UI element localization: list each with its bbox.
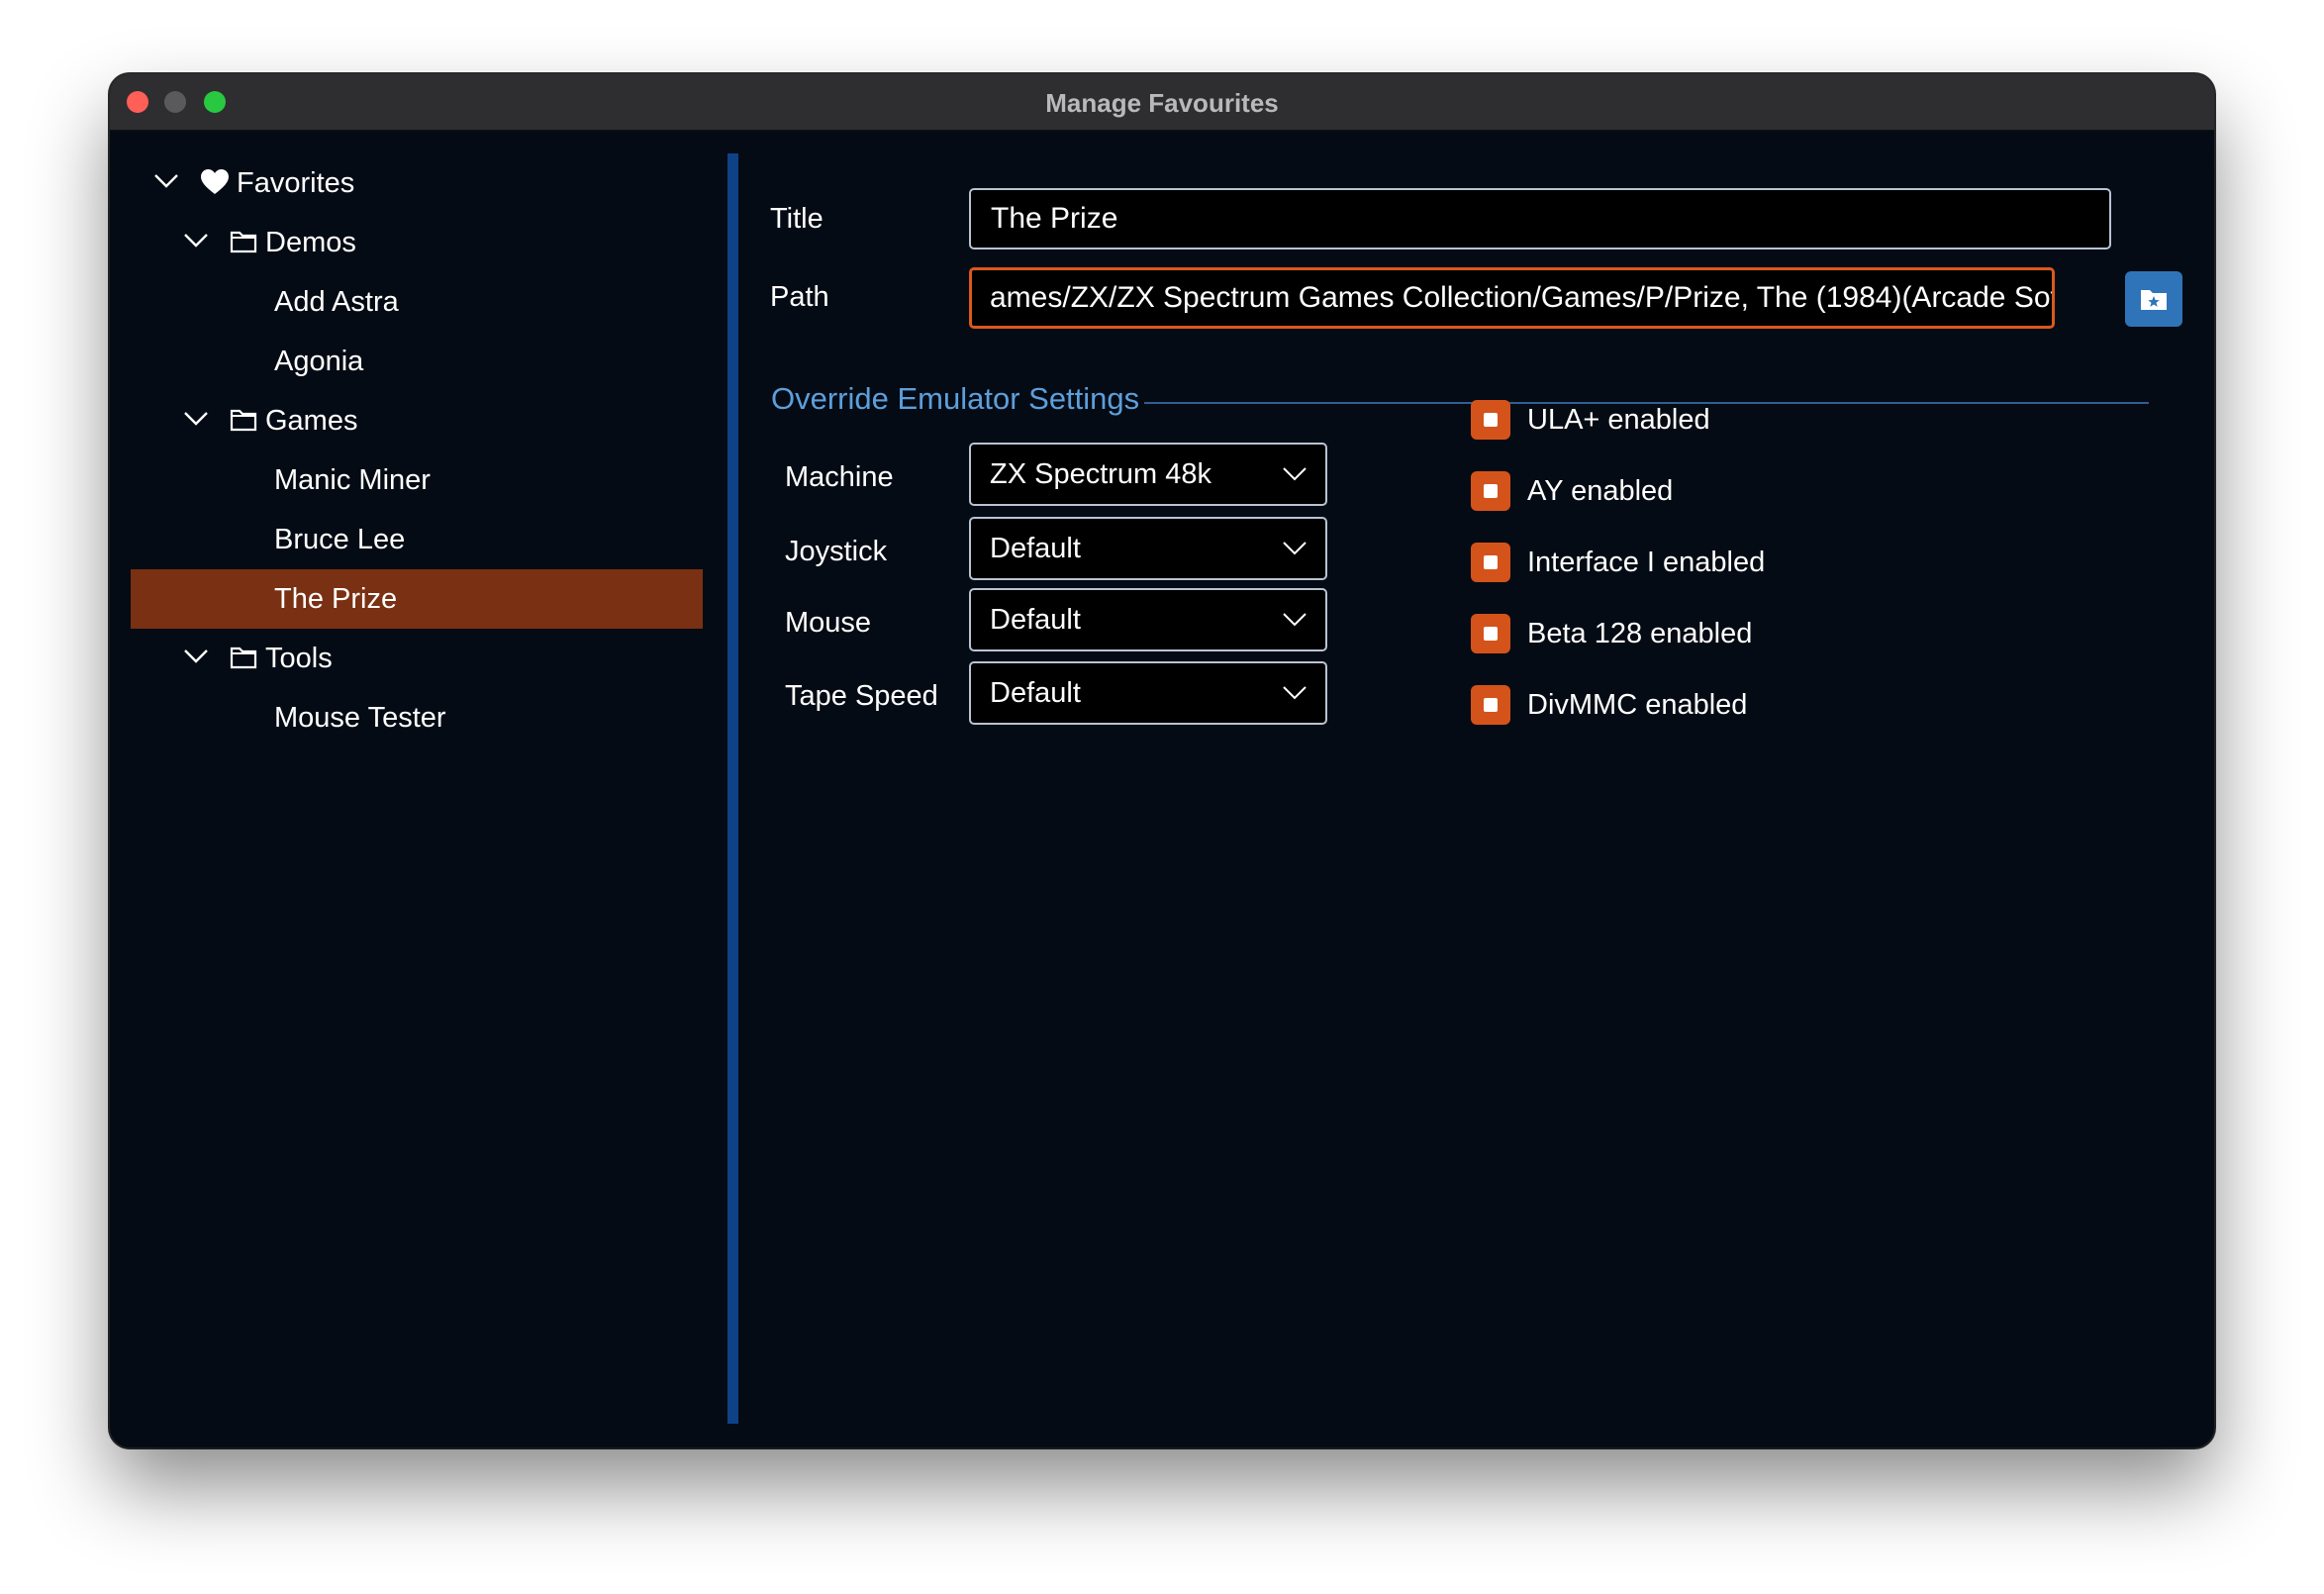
tape-speed-select-value: Default — [990, 677, 1081, 709]
browse-path-button[interactable] — [2125, 271, 2182, 327]
override-settings-title: Override Emulator Settings — [771, 381, 1140, 416]
checkbox-mark — [1484, 413, 1498, 427]
tree-item-the-prize[interactable]: The Prize — [131, 569, 703, 629]
path-label: Path — [770, 281, 829, 313]
folder-star-icon — [2141, 290, 2167, 310]
tree-folder-demos[interactable]: Demos — [131, 213, 703, 272]
manage-favourites-window: Manage Favourites Favorites Demos Add As… — [110, 74, 2214, 1447]
ula-plus-checkbox[interactable] — [1471, 400, 1510, 440]
tape-speed-label: Tape Speed — [785, 680, 938, 712]
ula-plus-label: ULA+ enabled — [1527, 404, 1710, 436]
divmmc-label: DivMMC enabled — [1527, 689, 1748, 721]
tree-label-games: Games — [265, 405, 358, 437]
chevron-down-icon[interactable] — [153, 173, 179, 189]
tree-item-label: Manic Miner — [274, 464, 431, 496]
tree-item-agonia[interactable]: Agonia — [131, 332, 703, 391]
chevron-down-icon[interactable] — [183, 233, 209, 249]
mouse-label: Mouse — [785, 607, 872, 639]
chevron-down-icon — [1283, 686, 1307, 700]
interface-one-label: Interface I enabled — [1527, 547, 1766, 578]
tree-label-favorites: Favorites — [237, 167, 355, 199]
tape-speed-select[interactable]: Default — [969, 661, 1327, 725]
path-field[interactable]: ames/ZX/ZX Spectrum Games Collection/Gam… — [969, 267, 2055, 329]
beta-128-label: Beta 128 enabled — [1527, 618, 1753, 649]
ay-label: AY enabled — [1527, 475, 1674, 507]
mouse-select[interactable]: Default — [969, 588, 1327, 651]
machine-select[interactable]: ZX Spectrum 48k — [969, 443, 1327, 506]
chevron-down-icon[interactable] — [183, 648, 209, 664]
checkbox-mark — [1484, 555, 1498, 569]
chevron-down-icon — [1283, 467, 1307, 481]
tree-label-tools: Tools — [265, 643, 333, 674]
tree-item-label: Add Astra — [274, 286, 399, 318]
tree-node-favorites[interactable]: Favorites — [131, 153, 703, 213]
tree-item-label: The Prize — [274, 583, 398, 615]
tree-folder-tools[interactable]: Tools — [131, 629, 703, 688]
divmmc-checkbox[interactable] — [1471, 685, 1510, 725]
machine-label: Machine — [785, 461, 894, 493]
beta-128-checkbox[interactable] — [1471, 614, 1510, 653]
window-title: Manage Favourites — [1045, 88, 1279, 118]
checkbox-mark — [1484, 627, 1498, 641]
heart-icon — [201, 169, 229, 194]
title-label: Title — [770, 203, 823, 235]
tree-item-label: Mouse Tester — [274, 702, 446, 734]
tree-item-mouse-tester[interactable]: Mouse Tester — [131, 688, 703, 747]
tree-item-label: Bruce Lee — [274, 524, 406, 555]
tree-folder-games[interactable]: Games — [131, 391, 703, 450]
joystick-select-value: Default — [990, 533, 1081, 564]
chevron-down-icon — [1283, 613, 1307, 627]
folder-icon — [230, 647, 257, 669]
joystick-label: Joystick — [785, 536, 888, 567]
joystick-select[interactable]: Default — [969, 517, 1327, 580]
title-bar: Manage Favourites — [110, 74, 2214, 131]
tree-item-label: Agonia — [274, 346, 364, 377]
ay-checkbox[interactable] — [1471, 471, 1510, 511]
title-field[interactable]: The Prize — [969, 188, 2111, 249]
interface-one-checkbox[interactable] — [1471, 543, 1510, 582]
checkbox-mark — [1484, 484, 1498, 498]
folder-icon — [230, 409, 257, 432]
chevron-down-icon — [1283, 542, 1307, 555]
machine-select-value: ZX Spectrum 48k — [990, 458, 1212, 490]
chevron-down-icon[interactable] — [183, 411, 209, 427]
tree-item-add-astra[interactable]: Add Astra — [131, 272, 703, 332]
tree-label-demos: Demos — [265, 227, 356, 258]
pane-splitter[interactable] — [727, 153, 738, 1424]
tree-item-bruce-lee[interactable]: Bruce Lee — [131, 510, 703, 569]
mouse-select-value: Default — [990, 604, 1081, 636]
tree-item-manic-miner[interactable]: Manic Miner — [131, 450, 703, 510]
folder-icon — [230, 231, 257, 253]
checkbox-mark — [1484, 698, 1498, 712]
